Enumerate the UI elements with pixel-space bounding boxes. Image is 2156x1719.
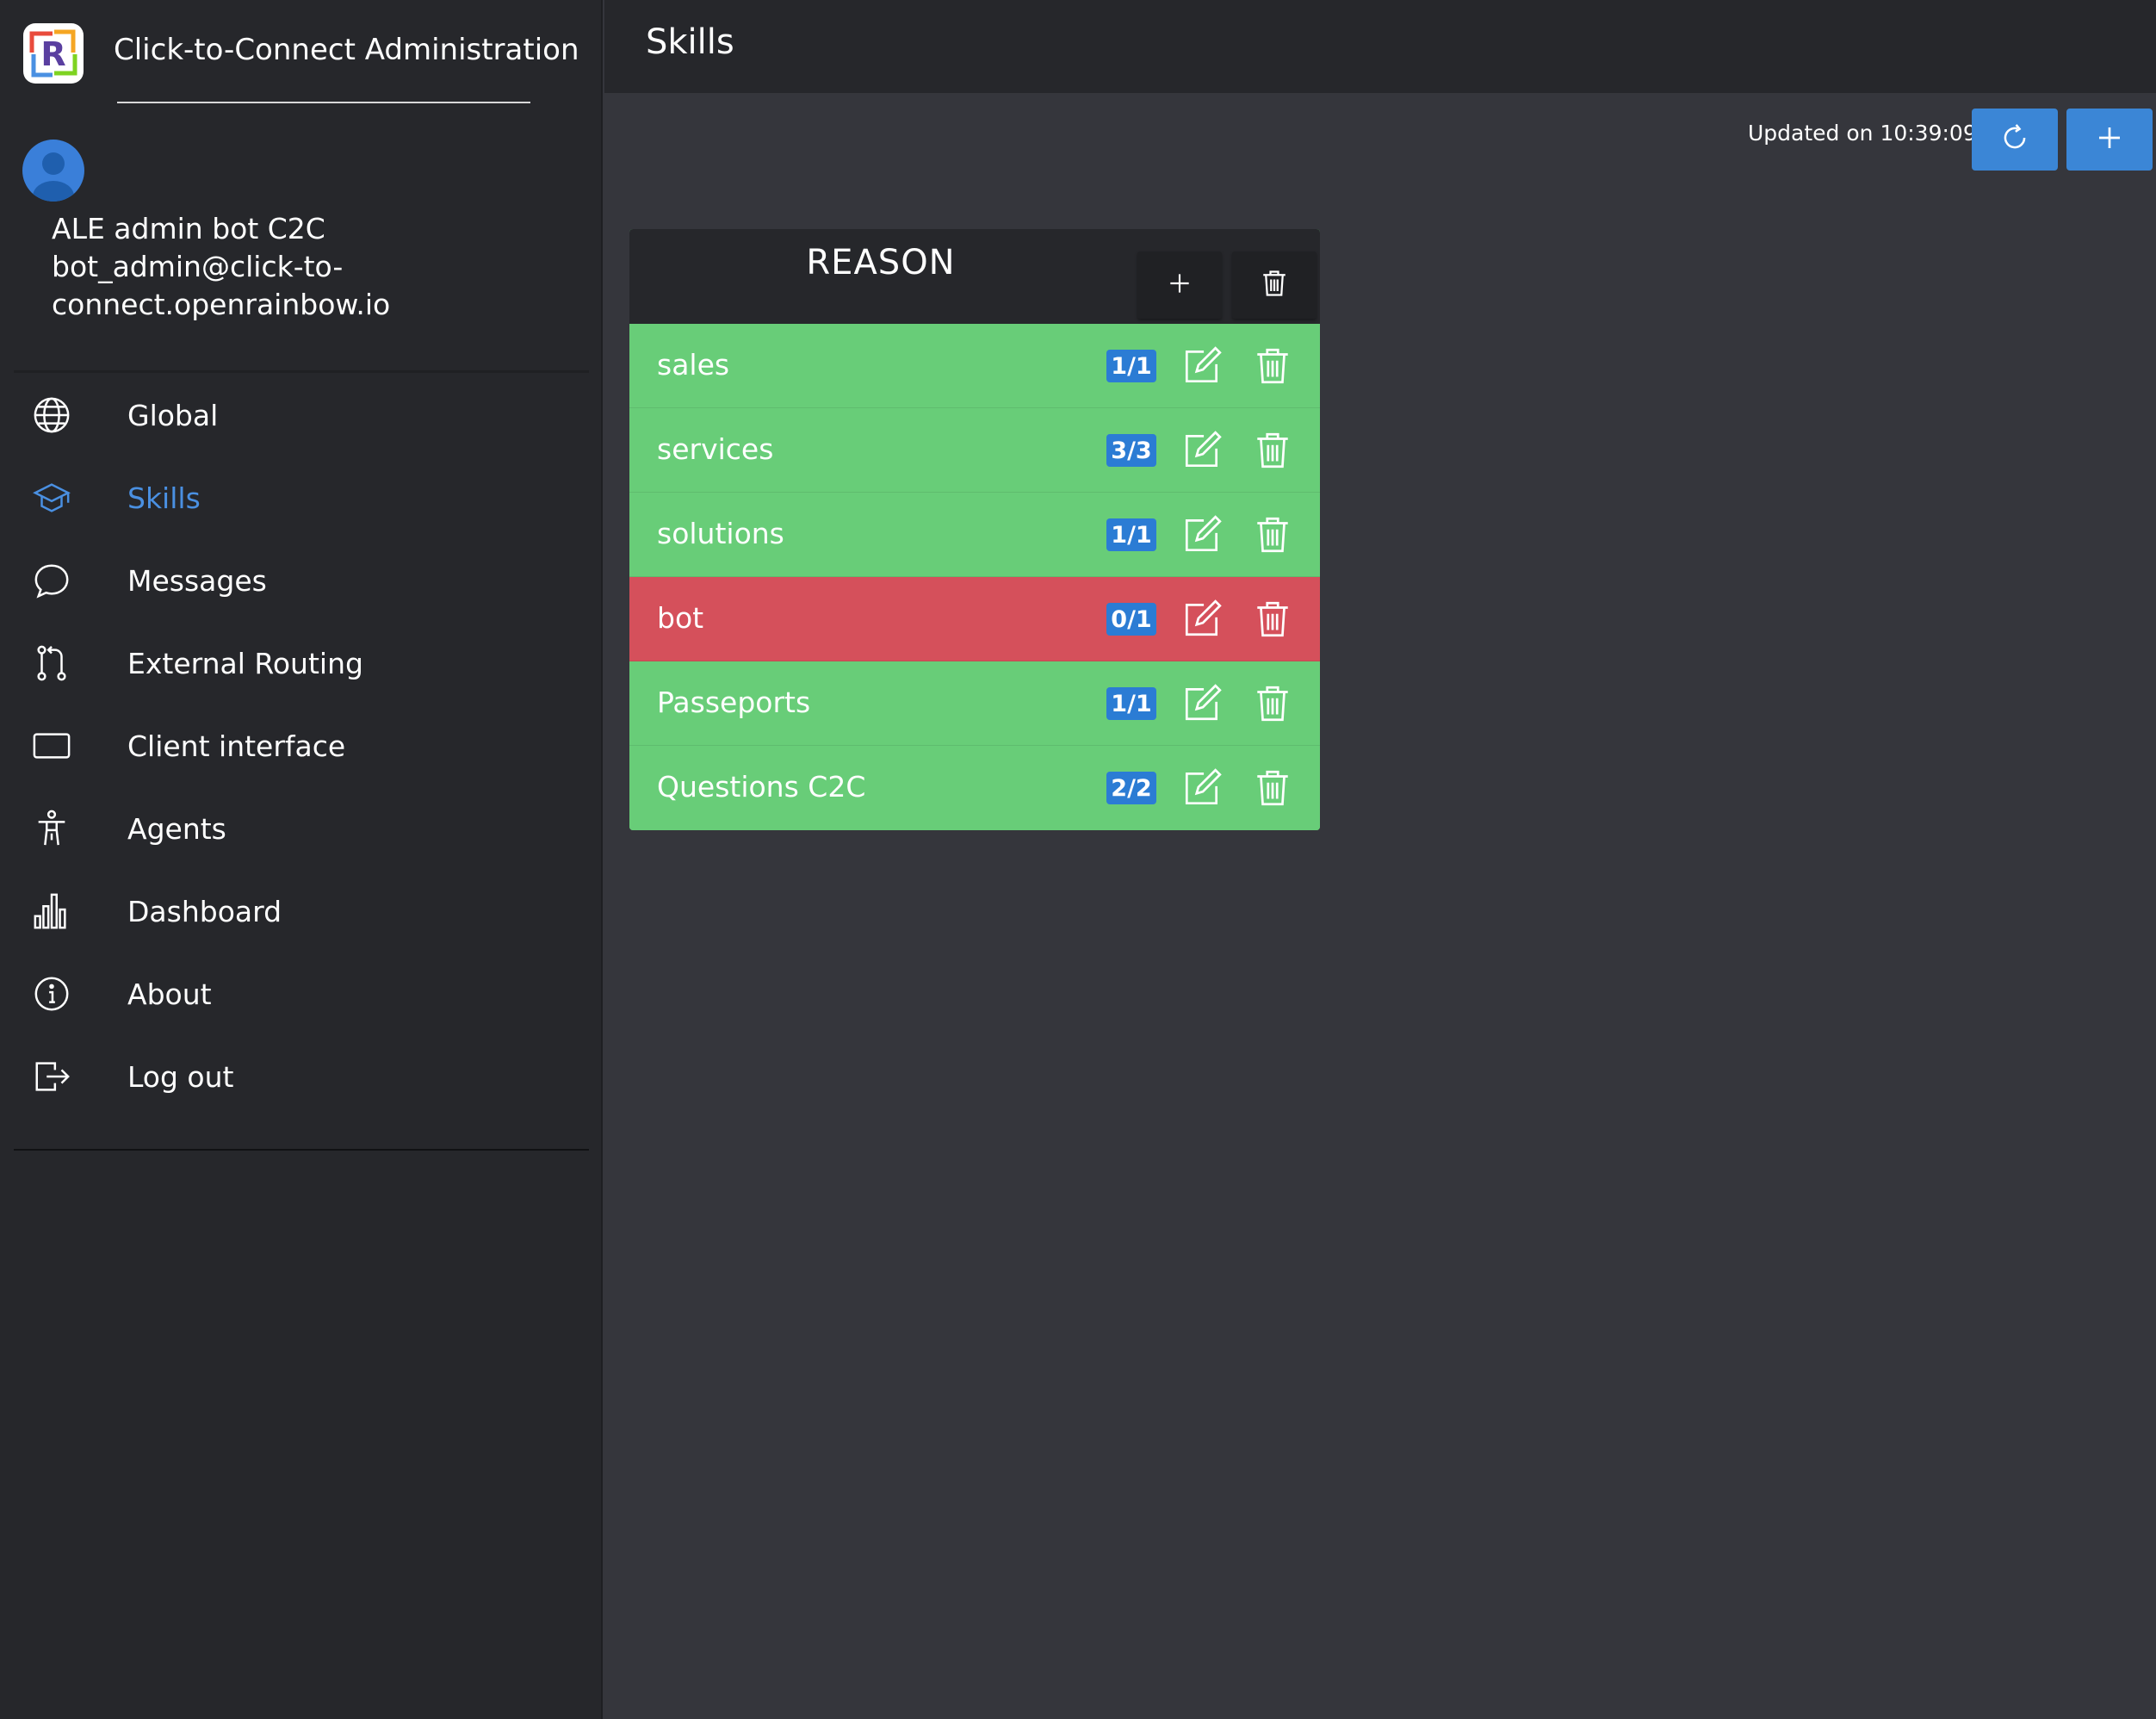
sidebar-item-label: Log out: [127, 1059, 234, 1094]
skill-count-badge: 2/2: [1106, 772, 1156, 804]
svg-text:R: R: [40, 35, 65, 73]
skill-count-badge: 1/1: [1106, 350, 1156, 382]
sidebar-item-logout[interactable]: Log out: [0, 1035, 603, 1118]
skill-name: solutions: [657, 517, 784, 550]
sidebar-item-global[interactable]: Global: [0, 374, 603, 456]
chat-bubble-icon: [31, 560, 72, 601]
plus-icon: [2094, 122, 2125, 157]
app-title: Click-to-Connect Administration: [114, 33, 579, 67]
refresh-icon: [1998, 121, 2031, 158]
edit-icon[interactable]: [1180, 598, 1224, 641]
edit-icon[interactable]: [1180, 429, 1224, 472]
sidebar: R Click-to-Connect Administration ALE ad…: [0, 0, 603, 1719]
skill-row: bot 0/1: [629, 577, 1320, 661]
top-bar: Skills: [604, 0, 2156, 93]
refresh-button[interactable]: [1972, 109, 2058, 171]
trash-icon[interactable]: [1251, 766, 1294, 810]
skill-row: solutions 1/1: [629, 493, 1320, 577]
screen-icon: [31, 725, 72, 766]
avatar: [22, 140, 84, 202]
skill-row: Passeports 1/1: [629, 661, 1320, 746]
edit-icon[interactable]: [1180, 682, 1224, 725]
sidebar-item-skills[interactable]: Skills: [0, 456, 603, 539]
skill-name: bot: [657, 601, 704, 635]
trash-icon[interactable]: [1251, 429, 1294, 472]
sidebar-item-external-routing[interactable]: External Routing: [0, 622, 603, 704]
divider: [14, 370, 589, 373]
trash-icon[interactable]: [1251, 344, 1294, 388]
globe-icon: [31, 394, 72, 436]
sidebar-item-label: Agents: [127, 811, 226, 846]
skill-group-title: REASON: [806, 243, 956, 282]
trash-icon[interactable]: [1251, 598, 1294, 641]
sidebar-item-agents[interactable]: Agents: [0, 787, 603, 870]
add-skill-button[interactable]: [1137, 251, 1222, 319]
skill-count-badge: 3/3: [1106, 434, 1156, 467]
sidebar-item-label: Client interface: [127, 729, 346, 763]
sidebar-item-client-interface[interactable]: Client interface: [0, 704, 603, 787]
skill-count-badge: 1/1: [1106, 518, 1156, 551]
skill-name: sales: [657, 348, 730, 382]
sidebar-item-dashboard[interactable]: Dashboard: [0, 870, 603, 953]
skill-name: Questions C2C: [657, 770, 866, 804]
sidebar-item-label: Skills: [127, 481, 201, 515]
edit-icon[interactable]: [1180, 344, 1224, 388]
skill-group-card: REASON sales 1/1 services 3/3 solutions: [629, 229, 1320, 830]
graduation-cap-icon: [31, 477, 72, 518]
divider: [14, 1149, 589, 1151]
user-email: bot_admin@click-to-connect.openrainbow.i…: [52, 250, 391, 321]
trash-icon[interactable]: [1251, 682, 1294, 725]
plus-icon: [1166, 270, 1193, 301]
skill-count-badge: 1/1: [1106, 687, 1156, 720]
sidebar-item-label: Dashboard: [127, 894, 282, 928]
card-header: REASON: [629, 229, 1320, 324]
user-name: ALE admin bot C2C: [52, 212, 325, 245]
bar-chart-icon: [31, 891, 72, 932]
skill-list: sales 1/1 services 3/3 solutions 1/1 bot…: [629, 324, 1320, 830]
rainbow-logo: R: [22, 22, 85, 85]
skill-row: Questions C2C 2/2: [629, 746, 1320, 830]
edit-icon[interactable]: [1180, 513, 1224, 556]
brand-header: R Click-to-Connect Administration: [0, 0, 603, 108]
info-icon: [31, 973, 72, 1015]
person-icon: [31, 808, 72, 849]
skill-row: services 3/3: [629, 408, 1320, 493]
skill-name: services: [657, 432, 774, 466]
sidebar-nav: Global Skills Messages External Routing …: [0, 374, 603, 1118]
sidebar-item-label: Global: [127, 398, 219, 432]
trash-icon[interactable]: [1251, 513, 1294, 556]
skill-row: sales 1/1: [629, 324, 1320, 408]
sidebar-item-about[interactable]: About: [0, 953, 603, 1035]
add-skill-group-button[interactable]: [2066, 109, 2153, 171]
sidebar-item-label: Messages: [127, 563, 267, 598]
routing-icon: [31, 642, 72, 684]
last-updated-text: Updated on 10:39:09: [1748, 121, 1977, 146]
sidebar-item-messages[interactable]: Messages: [0, 539, 603, 622]
page-title: Skills: [646, 22, 734, 62]
trash-icon: [1259, 268, 1290, 302]
skill-name: Passeports: [657, 686, 811, 719]
edit-icon[interactable]: [1180, 766, 1224, 810]
logout-icon: [31, 1056, 72, 1097]
skill-count-badge: 0/1: [1106, 603, 1156, 636]
divider: [117, 102, 530, 103]
delete-skill-group-button[interactable]: [1232, 251, 1317, 319]
sidebar-item-label: About: [127, 977, 212, 1011]
sidebar-item-label: External Routing: [127, 646, 363, 680]
